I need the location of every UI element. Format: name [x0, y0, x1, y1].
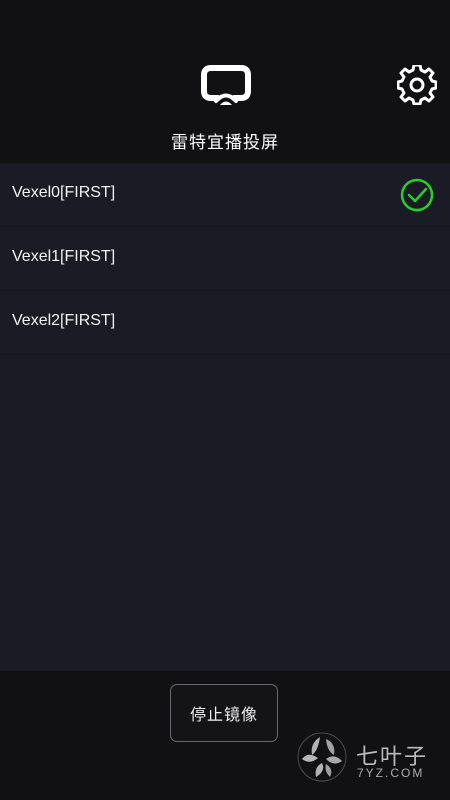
watermark-url: 7YZ.COM: [357, 766, 425, 780]
device-row-vexel1[interactable]: Vexel1[FIRST]: [0, 227, 450, 291]
device-row-vexel2[interactable]: Vexel2[FIRST]: [0, 291, 450, 355]
device-name: Vexel0[FIRST]: [12, 184, 116, 201]
app-header: 雷特宜播投屏: [0, 0, 450, 163]
stop-mirroring-button[interactable]: 停止镜像: [170, 684, 278, 742]
device-name: Vexel1[FIRST]: [12, 248, 116, 265]
watermark-leaf-logo-icon: [297, 732, 347, 782]
device-list: Vexel0[FIRST] Vexel1[FIRST] Vexel2[FIRST…: [0, 163, 450, 671]
app-title: 雷特宜播投屏: [171, 133, 279, 153]
gear-icon[interactable]: [397, 65, 437, 105]
device-row-vexel0[interactable]: Vexel0[FIRST]: [0, 163, 450, 227]
cast-screen-logo-icon: [201, 65, 251, 105]
check-circle-icon: [400, 178, 434, 212]
footer-bar: 停止镜像 七叶子 7YZ.COM: [0, 671, 450, 800]
device-name: Vexel2[FIRST]: [12, 312, 116, 329]
